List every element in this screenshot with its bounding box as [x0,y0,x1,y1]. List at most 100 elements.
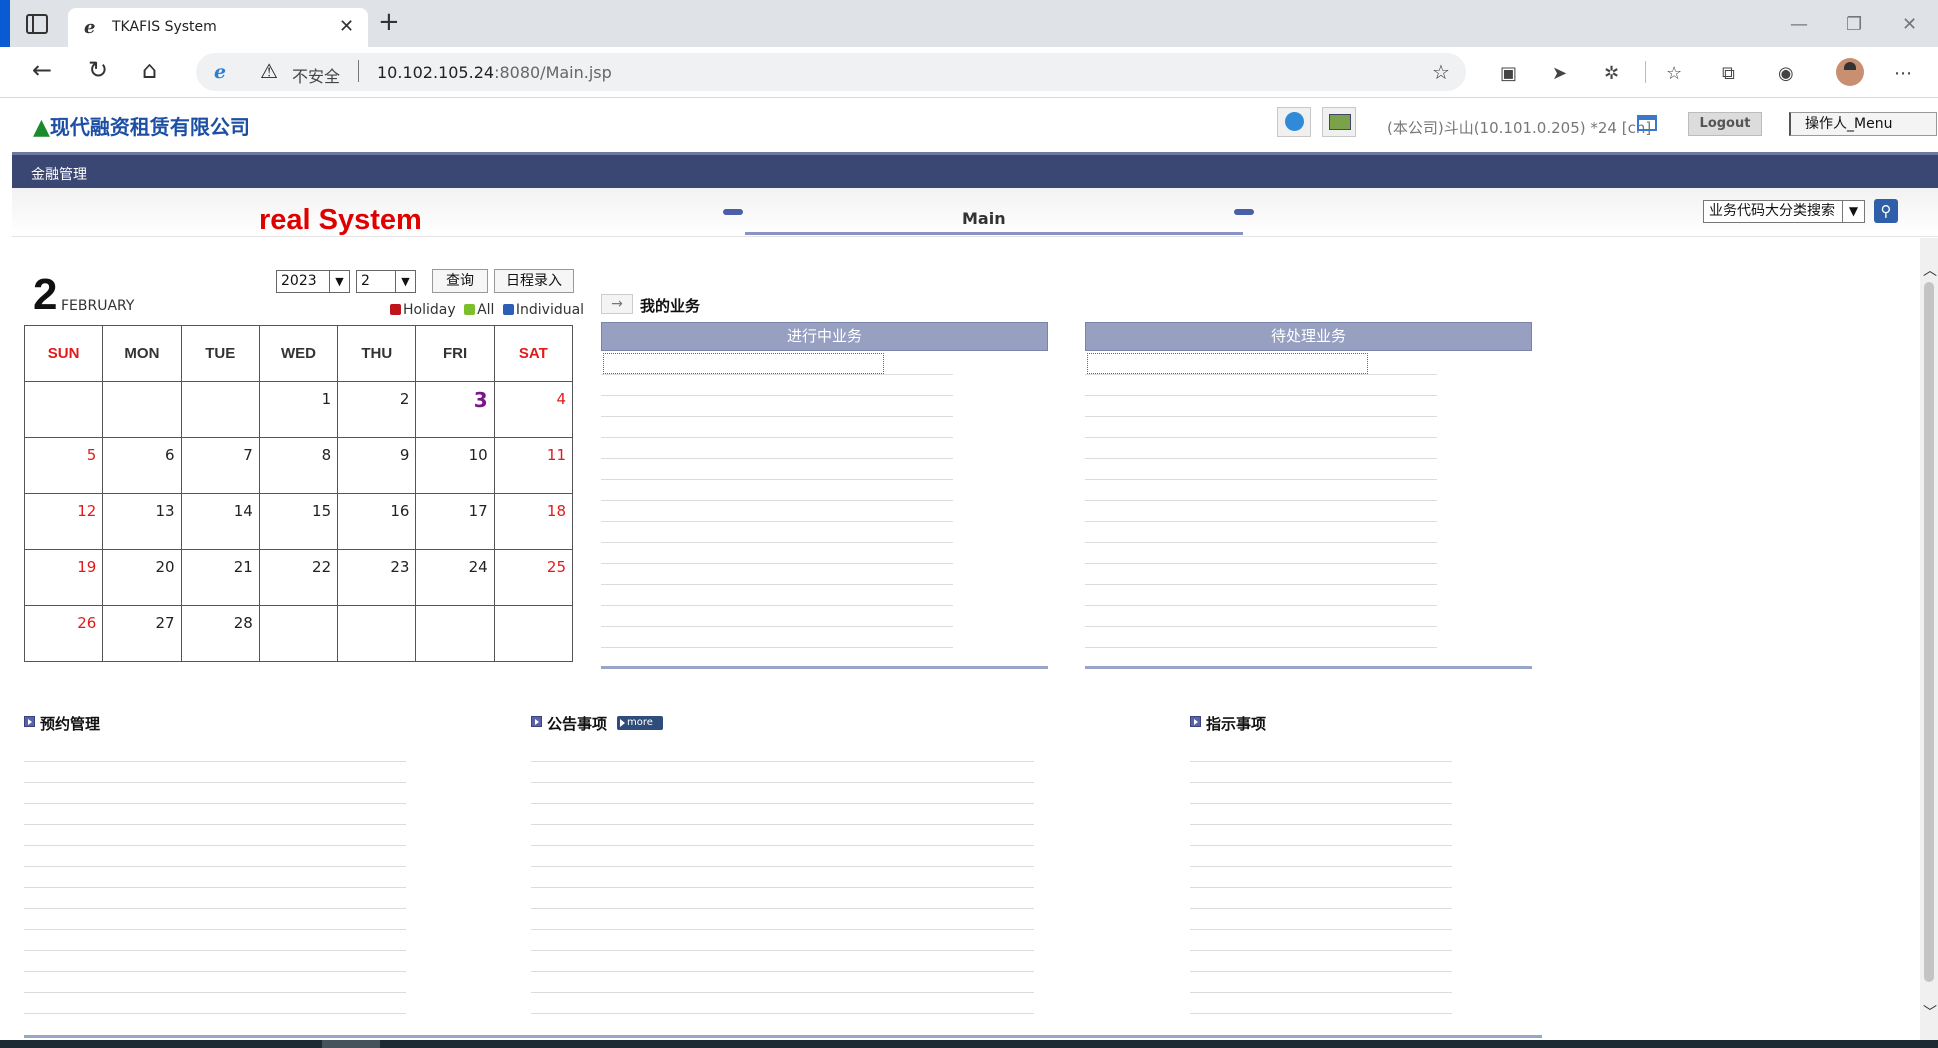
calendar-day-cell[interactable]: 21 [180,549,260,606]
list-rule [601,479,953,480]
list-rule [601,458,953,459]
list-rule [531,887,1034,888]
address-bar[interactable]: e ⚠ 不安全 10.102.105.24:8080/Main.jsp ☆ [196,53,1466,91]
calendar-day-cell[interactable]: 2 [337,381,417,438]
taskbar-active-app[interactable] [322,1040,380,1048]
calendar-day-cell[interactable]: 24 [415,549,495,606]
calendar-day-cell[interactable] [23,381,104,438]
my-business-arrow-button[interactable]: → [601,294,633,314]
calendar-day-cell[interactable]: 8 [258,437,339,494]
calendar-day-cell[interactable]: 23 [337,549,417,606]
query-button[interactable]: 查询 [432,269,488,293]
refresh-circle-button[interactable] [1277,107,1311,137]
calendar-day-cell[interactable] [337,605,417,662]
warning-icon[interactable]: ⚠ [260,59,278,83]
calendar-day-cell[interactable]: 20 [102,549,182,606]
business-code-select[interactable]: 业务代码大分类搜索 ▼ [1703,200,1865,223]
new-tab-button[interactable]: + [378,9,400,35]
back-icon[interactable]: ← [32,57,52,83]
schedule-entry-button[interactable]: 日程录入 [494,269,574,293]
toolbar-divider [1645,61,1646,83]
browser-tab[interactable]: e TKAFIS System ✕ [68,8,368,47]
ie-mode-icon[interactable]: e [214,61,226,83]
calendar-day-cell[interactable]: 12 [23,493,104,550]
calendar-day-cell[interactable]: 27 [102,605,182,662]
calendar-day-cell[interactable]: 28 [180,605,260,662]
calendar-day-cell[interactable]: 13 [102,493,182,550]
notice-more-button[interactable]: more [617,716,663,730]
month-select[interactable]: 2 ▼ [356,270,416,293]
refresh-icon[interactable]: ↻ [88,57,108,83]
read-aloud-icon[interactable]: ➤ [1552,63,1567,84]
in-progress-input[interactable] [603,353,884,374]
calendar-day-cell[interactable] [258,605,339,662]
year-select[interactable]: 2023 ▼ [276,270,350,293]
list-rule [601,500,953,501]
image-button[interactable] [1322,107,1356,137]
calendar-day-cell[interactable]: 7 [180,437,260,494]
calendar-day-cell[interactable] [102,381,182,438]
restore-icon[interactable]: ❐ [1846,14,1862,35]
notice-bullet-icon [531,716,542,727]
tab-actions-icon[interactable] [26,14,48,34]
calendar-day-cell[interactable]: 17 [415,493,495,550]
calendar-day-cell[interactable]: 9 [337,437,417,494]
extensions-icon[interactable]: ✲ [1604,63,1619,84]
in-progress-footer-rule [601,666,1048,669]
menu-button[interactable]: 操作人_Menu [1789,112,1937,136]
url-text[interactable]: 10.102.105.24:8080/Main.jsp [377,63,612,82]
collections-icon[interactable]: ⧉ [1722,63,1735,84]
minimize-icon[interactable]: — [1790,14,1808,35]
chevron-down-icon: ▼ [1842,201,1864,222]
calendar-day-cell[interactable] [493,605,574,662]
list-rule [601,542,953,543]
calendar-day-cell[interactable]: 3 [415,381,495,438]
logout-button[interactable]: Logout [1688,112,1762,136]
in-progress-header[interactable]: 进行中业务 [601,322,1048,351]
list-rule [1085,626,1437,627]
calendar-day-cell[interactable]: 18 [493,493,574,550]
browser-essentials-icon[interactable]: ◉ [1778,63,1794,84]
tab-marker-right [1234,209,1254,215]
calendar-day-cell[interactable]: 6 [102,437,182,494]
add-favorite-icon[interactable]: ☆ [1432,60,1450,84]
list-rule [1085,479,1437,480]
immersive-reader-icon[interactable]: ▣ [1500,63,1517,84]
security-label[interactable]: 不安全 [292,63,340,87]
vertical-scrollbar[interactable]: ︿ ﹀ [1920,238,1938,1042]
tab-main[interactable]: Main [962,209,1006,228]
calendar-day-cell[interactable]: 4 [493,381,574,438]
calendar-day-cell[interactable]: 19 [23,549,104,606]
pending-input[interactable] [1087,353,1368,374]
calendar-day-cell[interactable]: 11 [493,437,574,494]
calendar-day-cell[interactable]: 16 [337,493,417,550]
calendar-day-cell[interactable]: 26 [23,605,104,662]
close-tab-icon[interactable]: ✕ [339,16,354,37]
calendar-day-cell[interactable]: 25 [493,549,574,606]
pending-header[interactable]: 待处理业务 [1085,322,1532,351]
profile-avatar[interactable] [1836,58,1864,86]
new-window-icon[interactable] [1637,115,1657,131]
list-rule [531,803,1034,804]
scrollbar-thumb[interactable] [1924,282,1934,982]
calendar-day-cell[interactable]: 10 [415,437,495,494]
list-rule [601,605,953,606]
calendar-day-cell[interactable]: 5 [23,437,104,494]
calendar-day-cell[interactable] [180,381,260,438]
close-window-icon[interactable]: ✕ [1902,14,1917,35]
calendar-day-cell[interactable]: 22 [258,549,339,606]
calendar-day-cell[interactable] [415,605,495,662]
calendar-day-cell[interactable]: 14 [180,493,260,550]
search-button[interactable]: ⚲ [1874,199,1898,223]
calendar-day-cell[interactable]: 15 [258,493,339,550]
calendar-day-cell[interactable]: 1 [258,381,339,438]
scroll-up-icon[interactable]: ︿ [1923,260,1937,280]
more-options-icon[interactable]: ⋯ [1894,63,1912,84]
home-icon[interactable]: ⌂ [142,57,157,83]
list-rule [531,971,1034,972]
calendar-grid: SUN MON TUE WED THU FRI SAT 1 2 3 4 5 6 7 8 9 10 11 12 13 1… [23,325,574,662]
calendar-legend: Holiday All Individual [390,302,584,318]
nav-item-finance[interactable]: 金融管理 [31,164,87,184]
favorites-icon[interactable]: ☆ [1666,63,1682,84]
scroll-down-icon[interactable]: ﹀ [1923,1002,1937,1022]
